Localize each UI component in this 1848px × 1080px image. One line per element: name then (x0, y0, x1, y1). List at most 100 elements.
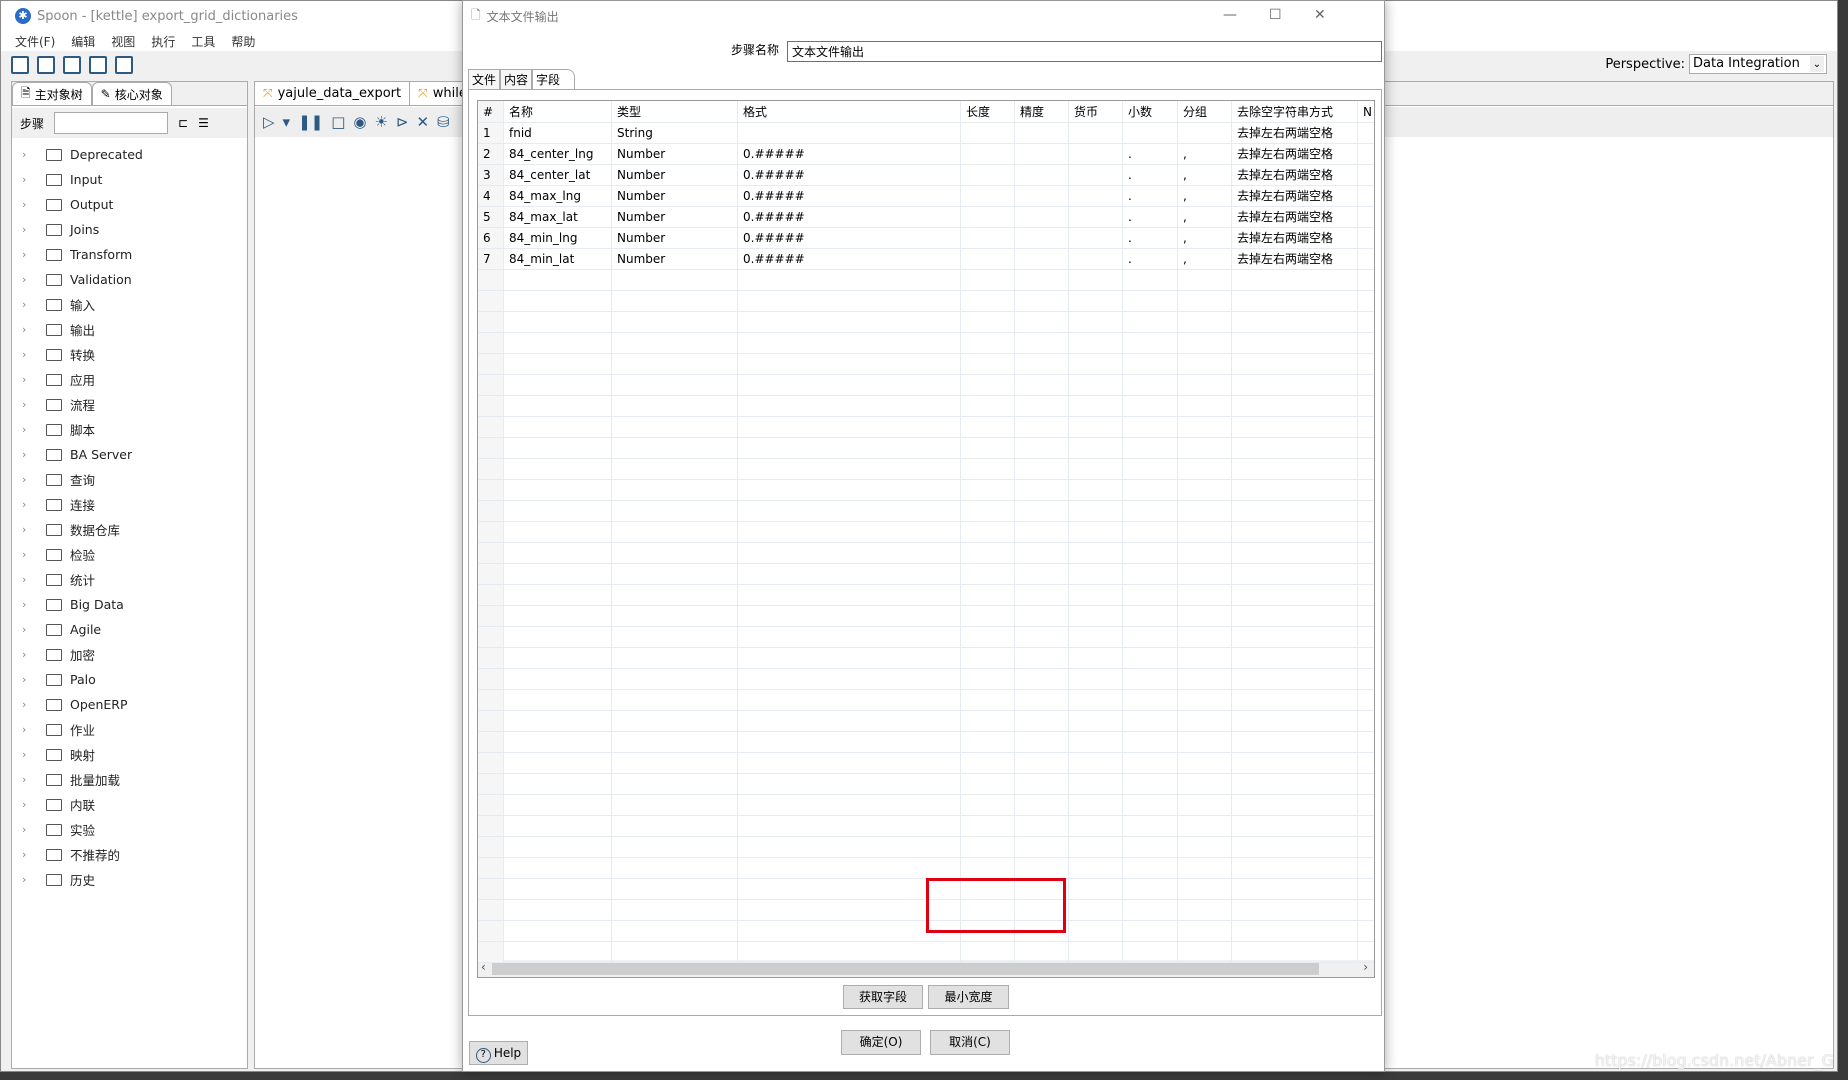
table-cell[interactable] (1069, 228, 1123, 249)
table-cell[interactable] (1358, 144, 1374, 165)
table-cell[interactable] (961, 606, 1015, 627)
table-cell[interactable] (1232, 375, 1358, 396)
table-cell[interactable] (504, 396, 612, 417)
column-header[interactable]: 名称 (504, 101, 612, 123)
table-cell[interactable]: . (1123, 144, 1178, 165)
table-cell[interactable] (1358, 312, 1374, 333)
open-file-icon[interactable] (37, 56, 55, 74)
tree-item[interactable]: › 不推荐的 (12, 842, 247, 867)
table-cell[interactable] (1069, 480, 1123, 501)
table-cell[interactable] (1232, 711, 1358, 732)
table-cell[interactable] (1069, 144, 1123, 165)
table-cell[interactable] (961, 480, 1015, 501)
table-cell[interactable] (1178, 648, 1232, 669)
chevron-right-icon[interactable]: › (22, 748, 36, 761)
preview-icon[interactable]: ◉ (353, 113, 366, 131)
table-cell[interactable] (1123, 291, 1178, 312)
perspective-dropdown[interactable]: Data Integration ⌄ (1689, 54, 1827, 74)
table-cell[interactable] (1232, 312, 1358, 333)
table-cell[interactable] (612, 438, 738, 459)
table-cell[interactable] (738, 312, 961, 333)
tree-item[interactable]: › 映射 (12, 742, 247, 767)
table-cell[interactable] (504, 732, 612, 753)
debug-icon[interactable]: ☀ (375, 113, 388, 131)
table-cell[interactable] (1015, 123, 1069, 144)
tree-item[interactable]: › 历史 (12, 867, 247, 892)
table-cell[interactable] (504, 501, 612, 522)
table-cell[interactable] (1178, 396, 1232, 417)
table-cell[interactable] (1358, 228, 1374, 249)
table-cell[interactable]: 0.##### (738, 207, 961, 228)
table-cell[interactable] (961, 417, 1015, 438)
table-cell[interactable]: . (1123, 207, 1178, 228)
table-cell[interactable] (1178, 795, 1232, 816)
table-cell[interactable] (1358, 795, 1374, 816)
table-cell[interactable] (1178, 585, 1232, 606)
chevron-right-icon[interactable]: › (22, 598, 36, 611)
table-cell[interactable] (1178, 816, 1232, 837)
table-cell[interactable] (738, 837, 961, 858)
table-cell[interactable] (1015, 522, 1069, 543)
menu-file[interactable]: 文件(F) (15, 33, 55, 50)
tree-item[interactable]: › 批量加载 (12, 767, 247, 792)
tree-item[interactable]: › Transform (12, 242, 247, 267)
table-cell[interactable] (1015, 417, 1069, 438)
table-cell[interactable] (1178, 417, 1232, 438)
table-cell[interactable] (504, 669, 612, 690)
table-cell[interactable] (612, 606, 738, 627)
table-cell[interactable] (1069, 249, 1123, 270)
table-cell[interactable] (1123, 942, 1178, 963)
table-cell[interactable] (738, 627, 961, 648)
table-cell[interactable] (504, 543, 612, 564)
table-cell[interactable] (504, 438, 612, 459)
table-cell[interactable]: , (1178, 186, 1232, 207)
table-cell[interactable]: 去掉左右两端空格 (1232, 165, 1358, 186)
table-cell[interactable] (1069, 564, 1123, 585)
table-cell[interactable] (1123, 627, 1178, 648)
table-cell[interactable] (961, 312, 1015, 333)
table-cell[interactable] (738, 459, 961, 480)
table-cell[interactable] (1069, 690, 1123, 711)
table-cell[interactable] (1069, 207, 1123, 228)
table-cell[interactable] (1178, 753, 1232, 774)
table-cell[interactable] (1123, 543, 1178, 564)
table-cell[interactable] (961, 375, 1015, 396)
table-cell[interactable] (612, 627, 738, 648)
table-cell[interactable]: 84_max_lng (504, 186, 612, 207)
table-cell[interactable] (1015, 480, 1069, 501)
table-cell[interactable] (504, 627, 612, 648)
tree-item[interactable]: › 加密 (12, 642, 247, 667)
min-width-button[interactable]: 最小宽度 (928, 985, 1009, 1009)
menu-edit[interactable]: 编辑 (71, 33, 95, 50)
table-cell[interactable] (1015, 186, 1069, 207)
table-cell[interactable] (1069, 438, 1123, 459)
tree-item[interactable]: › 作业 (12, 717, 247, 742)
table-cell[interactable] (1069, 291, 1123, 312)
table-cell[interactable] (1358, 816, 1374, 837)
table-cell[interactable] (961, 543, 1015, 564)
table-cell[interactable] (504, 921, 612, 942)
table-cell[interactable] (1358, 837, 1374, 858)
tree-item[interactable]: › Palo (12, 667, 247, 692)
table-cell[interactable] (961, 165, 1015, 186)
table-cell[interactable] (961, 774, 1015, 795)
list-view-icon[interactable]: ☰ (198, 116, 209, 130)
tree-item[interactable]: › 脚本 (12, 417, 247, 442)
table-cell[interactable] (1015, 270, 1069, 291)
table-cell[interactable] (1178, 123, 1232, 144)
table-cell[interactable] (612, 711, 738, 732)
table-cell[interactable] (738, 438, 961, 459)
table-cell[interactable] (1015, 396, 1069, 417)
table-cell[interactable] (612, 459, 738, 480)
table-cell[interactable] (1358, 543, 1374, 564)
table-cell[interactable] (1178, 669, 1232, 690)
table-cell[interactable] (1123, 711, 1178, 732)
chevron-right-icon[interactable]: › (22, 723, 36, 736)
tree-item[interactable]: › 内联 (12, 792, 247, 817)
chevron-right-icon[interactable]: › (22, 873, 36, 886)
chevron-right-icon[interactable]: › (22, 273, 36, 286)
table-cell[interactable] (1123, 333, 1178, 354)
column-header[interactable]: 长度 (961, 101, 1015, 123)
table-cell[interactable] (1178, 459, 1232, 480)
table-cell[interactable] (1358, 396, 1374, 417)
